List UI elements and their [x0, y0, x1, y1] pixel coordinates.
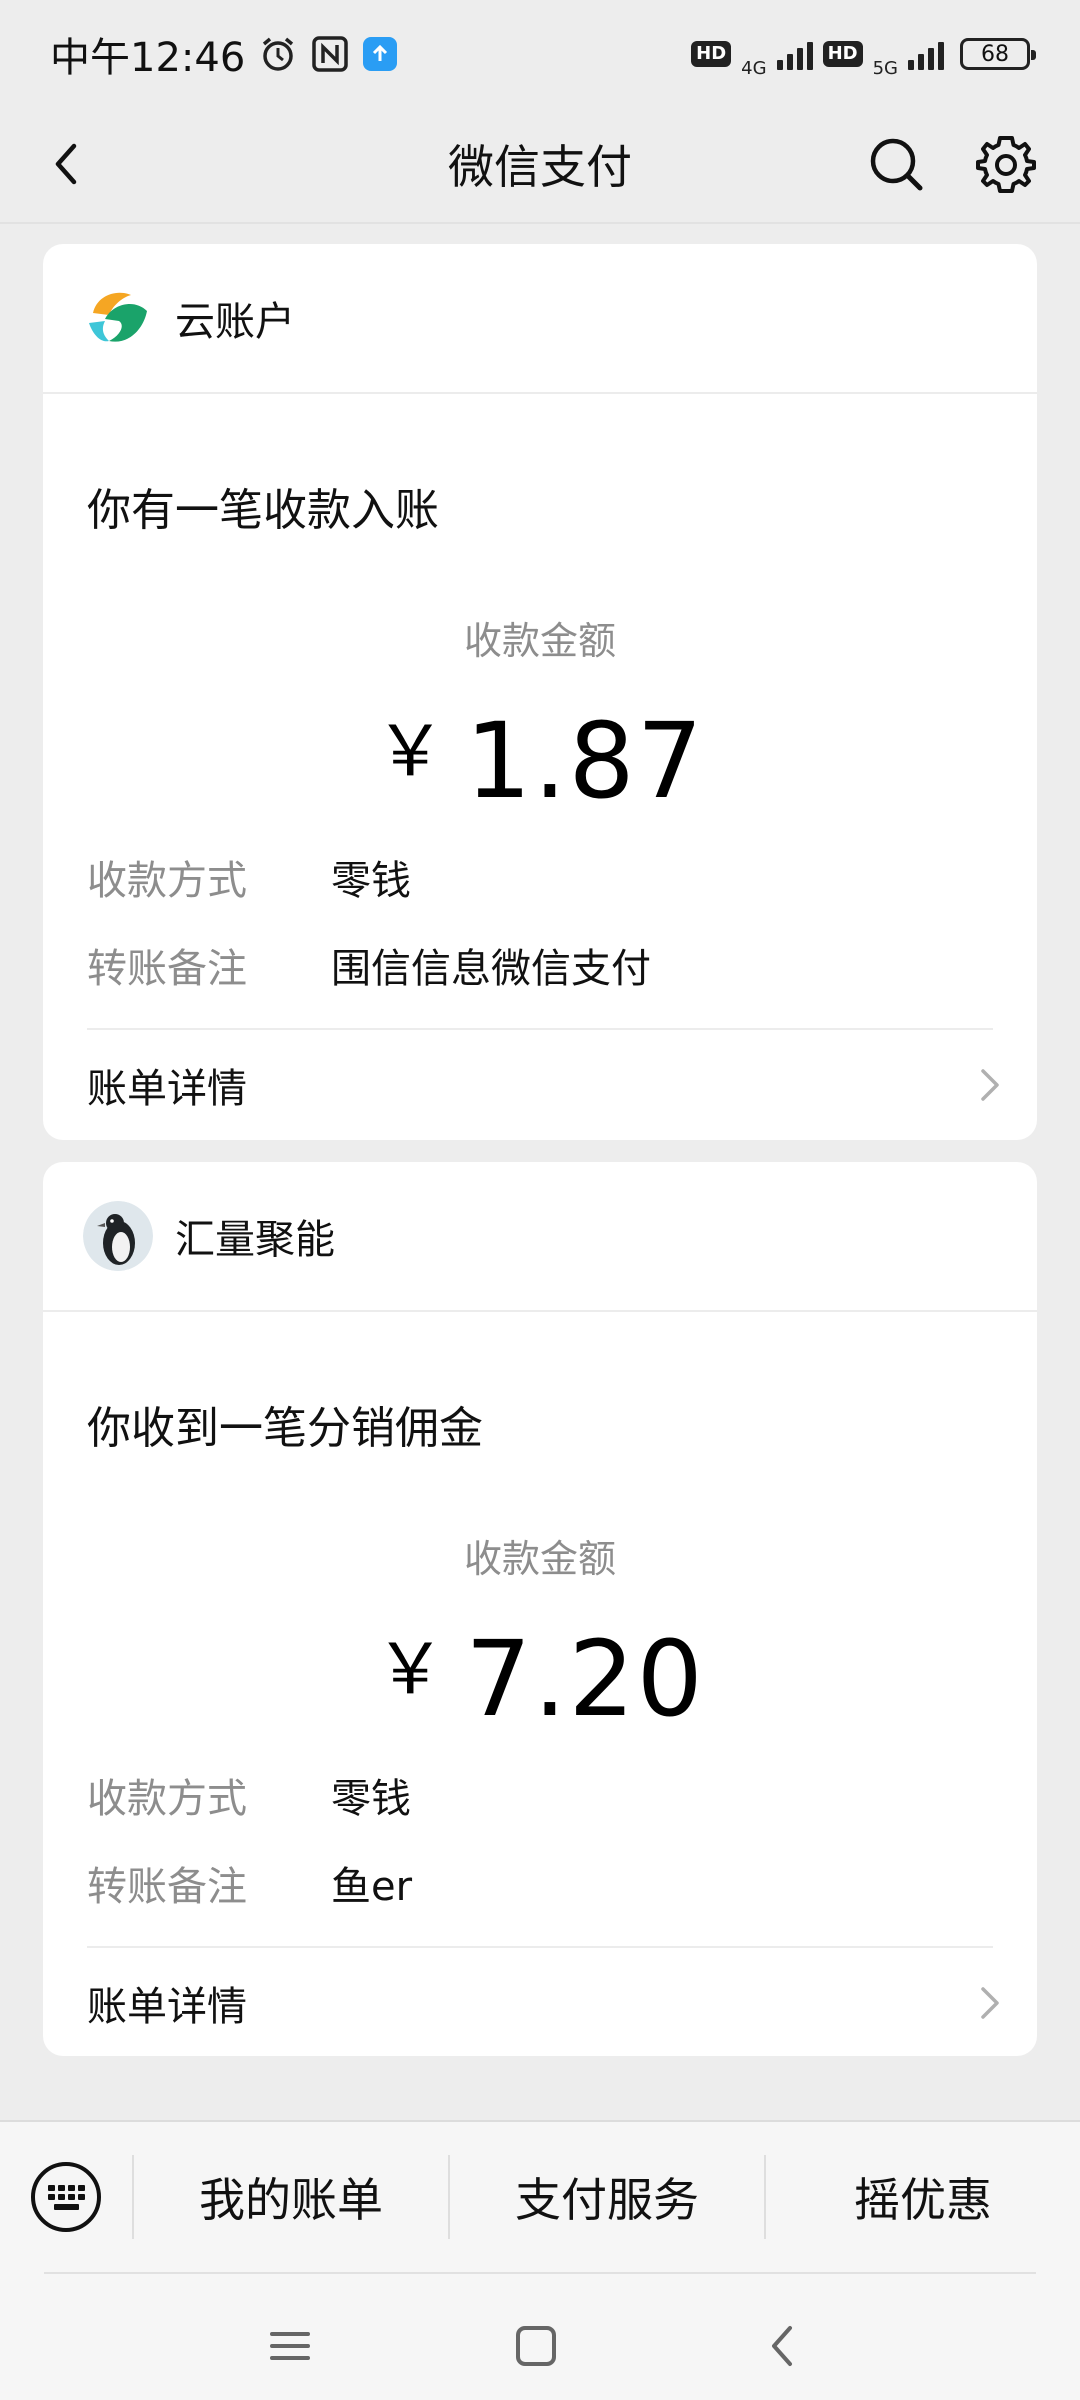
signal-icon: [776, 38, 813, 70]
nfc-icon: [312, 36, 349, 72]
currency-symbol: ￥: [375, 1628, 448, 1710]
app-header: 微信支付: [0, 108, 1080, 220]
notice-headline: 你有一笔收款入账: [87, 485, 439, 536]
menu-shake-discount[interactable]: 摇优惠: [766, 2164, 1080, 2230]
nav-divider: [44, 2272, 1036, 2274]
info-key: 收款方式: [87, 1776, 247, 1822]
payment-notice-card[interactable]: 云账户 你有一笔收款入账 收款金额 ￥ 1.87 收款方式 零钱 转账备注 围信信…: [43, 244, 1037, 1140]
notice-headline: 你收到一笔分销佣金: [87, 1403, 483, 1454]
alarm-icon: [263, 37, 294, 71]
bill-detail-link[interactable]: 账单详情: [87, 1030, 1007, 1140]
battery-level: 68: [981, 41, 1009, 67]
bill-detail-label: 账单详情: [87, 1984, 247, 2030]
info-row: 收款方式 零钱: [87, 833, 1037, 921]
hd-badge: HD: [691, 41, 732, 67]
bill-detail-label: 账单详情: [87, 1066, 247, 1112]
chevron-right-icon: [981, 1069, 999, 1101]
header-divider: [0, 222, 1080, 224]
amount-number: 1.87: [465, 700, 705, 822]
recent-apps-icon[interactable]: [260, 2316, 320, 2376]
amount-value: ￥ 1.87: [43, 691, 1037, 821]
account-name: 汇量聚能: [175, 1217, 335, 1263]
search-icon[interactable]: [866, 134, 926, 194]
account-logo-icon: [83, 283, 153, 353]
info-value: 鱼er: [331, 1864, 413, 1910]
info-key: 转账备注: [87, 946, 247, 992]
info-key: 转账备注: [87, 1864, 247, 1910]
battery-icon: 68: [960, 38, 1036, 70]
upload-app-icon: [363, 37, 398, 71]
info-value: 零钱: [331, 1776, 411, 1822]
info-value: 零钱: [331, 858, 411, 904]
status-bar: 中午12:46 HD 4G HD 5G 68: [0, 0, 1080, 108]
payment-notice-card[interactable]: 汇量聚能 你收到一笔分销佣金 收款金额 ￥ 7.20 收款方式 零钱 转账备注 鱼…: [43, 1162, 1037, 2056]
network-type-label: 4G: [741, 57, 767, 79]
signal-icon: [908, 38, 944, 70]
status-time: 中午12:46: [50, 35, 246, 81]
gear-icon[interactable]: [974, 132, 1038, 196]
amount-value: ￥ 7.20: [43, 1609, 1037, 1739]
keyboard-toggle-button[interactable]: [0, 2122, 132, 2272]
penguin-avatar-icon: [83, 1201, 153, 1271]
card-header[interactable]: 云账户: [43, 244, 1037, 394]
info-key: 收款方式: [87, 858, 247, 904]
keyboard-icon: [31, 2162, 101, 2232]
amount-label: 收款金额: [463, 1537, 616, 1581]
nav-back-icon[interactable]: [754, 2316, 814, 2376]
info-value: 围信信息微信支付: [331, 946, 651, 992]
chevron-right-icon: [981, 1987, 999, 2019]
amount-number: 7.20: [465, 1618, 705, 1740]
bottom-menu-bar: 我的账单 支付服务 摇优惠: [0, 2120, 1080, 2400]
currency-symbol: ￥: [375, 710, 448, 792]
info-row: 转账备注 鱼er: [87, 1839, 1037, 1927]
hd-badge: HD: [822, 41, 863, 67]
info-row: 收款方式 零钱: [87, 1751, 1037, 1839]
network-type-label: 5G: [872, 57, 898, 79]
card-header[interactable]: 汇量聚能: [43, 1162, 1037, 1312]
system-nav-bar: [0, 2282, 1080, 2400]
home-icon[interactable]: [506, 2316, 566, 2376]
menu-my-bills[interactable]: 我的账单: [134, 2164, 448, 2230]
bill-detail-link[interactable]: 账单详情: [87, 1948, 1007, 2058]
info-row: 转账备注 围信信息微信支付: [87, 921, 1037, 1009]
account-name: 云账户: [175, 299, 295, 345]
amount-label: 收款金额: [463, 619, 616, 663]
menu-payment-services[interactable]: 支付服务: [450, 2164, 764, 2230]
